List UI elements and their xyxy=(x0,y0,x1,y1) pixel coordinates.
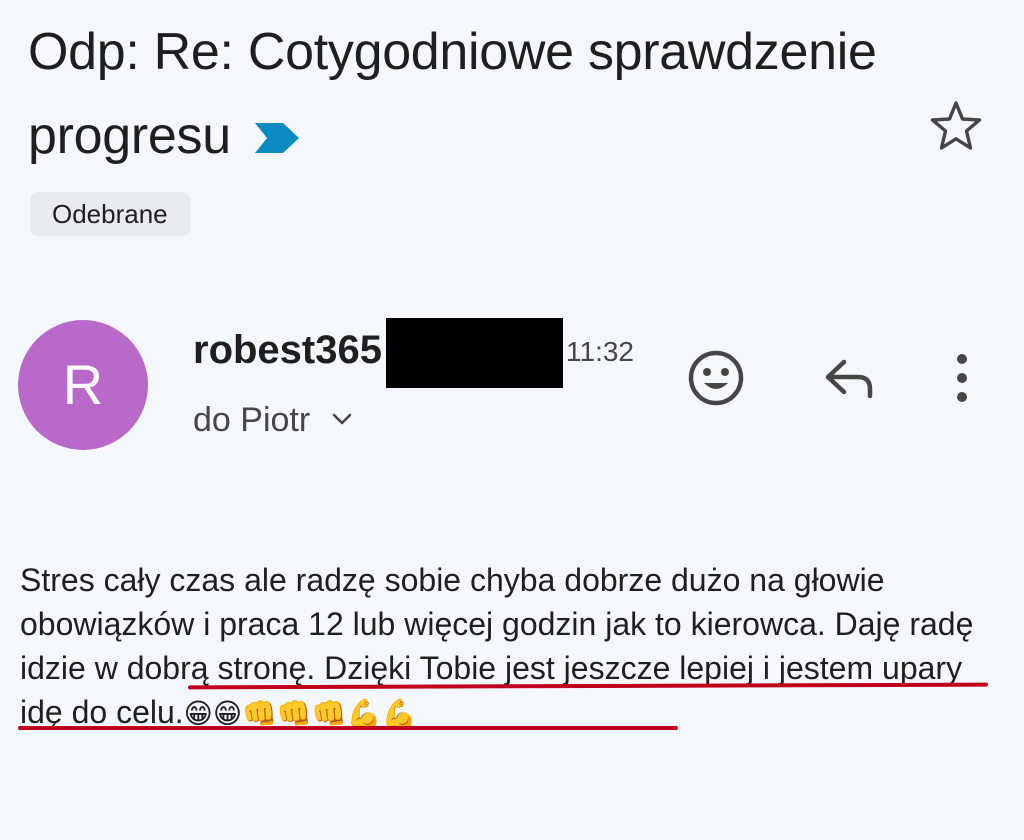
redaction-box xyxy=(386,318,563,388)
avatar[interactable]: R xyxy=(18,320,148,450)
recipient-line[interactable]: do Piotr xyxy=(193,398,354,442)
reply-icon[interactable] xyxy=(818,352,878,404)
emoji-reaction-icon[interactable] xyxy=(686,348,746,408)
handwritten-underline xyxy=(18,726,678,730)
star-icon[interactable] xyxy=(928,98,984,154)
more-vert-icon[interactable] xyxy=(948,350,976,406)
email-body: Stres cały czas ale radzę sobie chyba do… xyxy=(20,558,1010,736)
sender-name: robest365 xyxy=(193,328,382,372)
label-chip-inbox[interactable]: Odebrane xyxy=(30,192,190,236)
recipient-text: do Piotr xyxy=(193,401,311,439)
emoji-sequence: 😁😁👊👊👊💪💪 xyxy=(183,698,417,729)
importance-marker-icon[interactable] xyxy=(253,98,301,153)
message-time: 11:32 xyxy=(566,336,634,367)
subject-text: Odp: Re: Cotygodniowe sprawdzenie progre… xyxy=(28,23,877,165)
email-subject: Odp: Re: Cotygodniowe sprawdzenie progre… xyxy=(28,10,888,178)
email-body-text: Stres cały czas ale radzę sobie chyba do… xyxy=(20,562,974,730)
chevron-down-icon[interactable] xyxy=(330,407,354,431)
